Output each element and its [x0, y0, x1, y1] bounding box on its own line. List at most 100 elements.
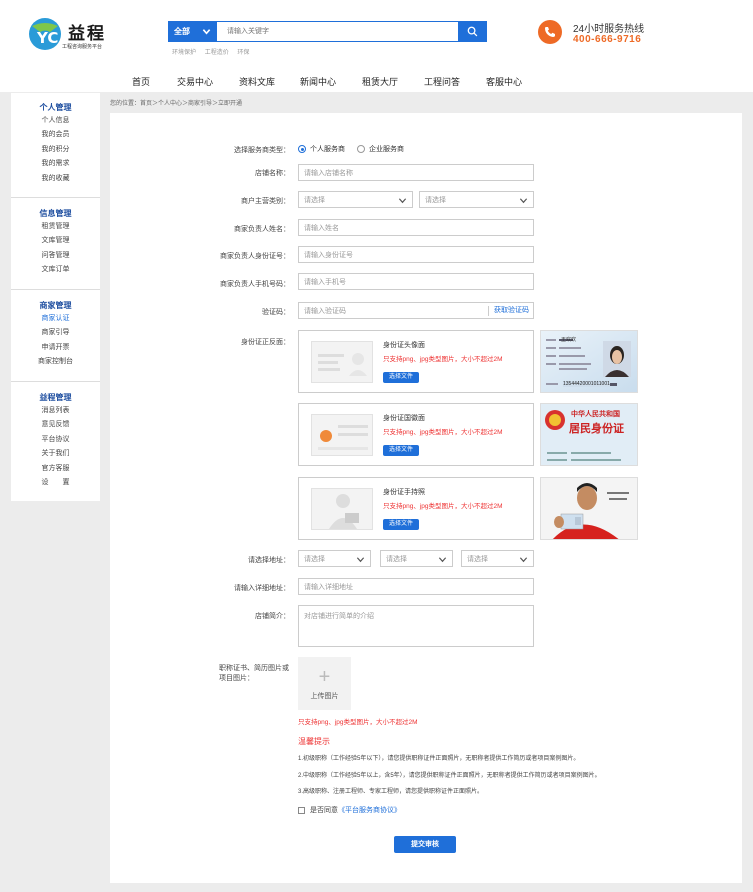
search-input[interactable] [227, 24, 447, 39]
upload-back-title: 身份证国徽面 [383, 415, 425, 422]
sidebar-item[interactable]: 租赁管理 [11, 220, 100, 234]
sidebar-group-title: 商家管理 [39, 301, 72, 310]
sample-front-number: 13544420001011001 [563, 381, 610, 387]
chevron-down-icon [202, 29, 211, 35]
nav-item-home[interactable]: 首页 [132, 75, 150, 88]
upload-front-hint: 只支持png、jpg类型图片，大小不超过2M [383, 356, 503, 363]
sidebar-item[interactable]: 官方客服 [11, 462, 100, 476]
sidebar-divider [11, 289, 100, 290]
intro-textarea[interactable]: 对店铺进行简单的介绍 [298, 605, 534, 647]
province-select[interactable]: 请选择 [298, 550, 371, 567]
radio-unchecked-icon [357, 145, 365, 153]
sidebar-item[interactable]: 商家引导 [11, 326, 100, 340]
code-input[interactable]: 请输入验证码 获取验证码 [298, 302, 534, 319]
phone-label: 商家负责人手机号码： [220, 281, 290, 288]
hot-word[interactable]: 环境保护 [172, 50, 196, 56]
address-label: 请选择地址： [248, 557, 290, 564]
radio-checked-icon [298, 145, 306, 153]
nav-item-trade[interactable]: 交易中心 [177, 75, 213, 88]
nav-item-library[interactable]: 资料文库 [239, 75, 275, 88]
breadcrumb: 您的位置：首页＞个人中心＞商家引导＞立即开通 [110, 101, 243, 107]
sidebar-item[interactable]: 我的收藏 [11, 172, 100, 186]
sidebar-group-personal: 个人管理 个人信息 我的会员 我的积分 我的需求 我的收藏 [11, 101, 100, 186]
sidebar-group-title: 益程管理 [39, 393, 72, 402]
sidebar-item[interactable]: 文库管理 [11, 234, 100, 248]
hot-word[interactable]: 工程造价 [205, 50, 229, 56]
nav-item-qa[interactable]: 工程问答 [424, 75, 460, 88]
upload-idcard-handheld: 身份证手持照 只支持png、jpg类型图片，大小不超过2M 选择文件 [298, 477, 534, 540]
detail-address-placeholder: 请输入详细地址 [304, 583, 353, 591]
logo-mark-icon: YC [29, 18, 61, 50]
id-number-placeholder: 请输入身份证号 [304, 251, 353, 259]
hot-word[interactable]: 环保 [237, 50, 249, 56]
category-select-2[interactable]: 请选择 [419, 191, 534, 208]
code-label: 验证码： [262, 309, 290, 316]
sample-back-line2: 居民身份证 [569, 422, 624, 435]
upload-back-button[interactable]: 选择文件 [383, 445, 419, 456]
sidebar-item[interactable]: 关于我们 [11, 447, 100, 461]
shop-name-label: 店铺名称： [255, 170, 290, 177]
agreement-link[interactable]: 《平台服务商协议》 [338, 805, 401, 815]
tip-line-3: 3.高级职称、注册工程师、专家工程师，请您提供职称证件正面照片。 [298, 789, 484, 795]
phone-icon [538, 20, 562, 44]
agree-checkbox[interactable]: 是否同意 《平台服务商协议》 [298, 805, 401, 815]
shop-name-placeholder: 请输入店铺名称 [304, 169, 353, 177]
sidebar-item[interactable]: 设 置 [11, 476, 100, 490]
upload-handheld-button[interactable]: 选择文件 [383, 519, 419, 530]
id-number-label: 商家负责人身份证号： [220, 253, 290, 260]
owner-name-input[interactable]: 请输入姓名 [298, 219, 534, 236]
upload-idcard-front: 身份证头像面 只支持png、jpg类型图片，大小不超过2M 选择文件 [298, 330, 534, 393]
sidebar-item[interactable]: 商家控制台 [11, 355, 100, 369]
category-label: 商户主营类别： [241, 198, 290, 205]
sidebar-item[interactable]: 意见反馈 [11, 418, 100, 432]
cert-label-line2: 项目图片： [219, 675, 254, 682]
city-select[interactable]: 请选择 [380, 550, 453, 567]
type-label: 选择服务商类型： [234, 147, 290, 154]
district-select[interactable]: 请选择 [461, 550, 534, 567]
submit-button[interactable]: 提交审核 [394, 836, 456, 853]
code-placeholder: 请输入验证码 [304, 307, 346, 315]
intro-label: 店铺简介： [255, 613, 290, 620]
sidebar-item-active[interactable]: 商家认证 [11, 312, 100, 326]
upload-picture-button[interactable]: + 上传图片 [298, 657, 351, 710]
sidebar-item[interactable]: 我的积分 [11, 143, 100, 157]
search-button[interactable] [458, 22, 486, 41]
sidebar-group-info: 信息管理 租赁管理 文库管理 问答管理 文库订单 [11, 207, 100, 278]
agree-text: 是否同意 [310, 807, 338, 814]
sidebar-item[interactable]: 消息列表 [11, 404, 100, 418]
phone-input[interactable]: 请输入手机号 [298, 273, 534, 290]
sample-idcard-front: 王欢欢 13544420001011001 [540, 330, 638, 393]
category-select-1[interactable]: 请选择 [298, 191, 413, 208]
city-select-value: 请选择 [386, 555, 407, 563]
radio-enterprise[interactable]: 企业服务商 [357, 144, 404, 154]
nav-item-news[interactable]: 新闻中心 [300, 75, 336, 88]
nav-item-rental[interactable]: 租赁大厅 [362, 75, 398, 88]
sidebar-item[interactable]: 个人信息 [11, 114, 100, 128]
sidebar-item[interactable]: 问答管理 [11, 249, 100, 263]
shop-name-input[interactable]: 请输入店铺名称 [298, 164, 534, 181]
radio-personal[interactable]: 个人服务商 [298, 144, 345, 154]
cert-label-line1: 职称证书、简历图片或 [219, 665, 289, 672]
nav-item-service[interactable]: 客服中心 [486, 75, 522, 88]
upload-front-button[interactable]: 选择文件 [383, 372, 419, 383]
sidebar-item[interactable]: 文库订单 [11, 263, 100, 277]
picture-hint: 只支持png、jpg类型图片，大小不超过2M [298, 719, 418, 726]
site-header: YC 益程 工程咨询服务平台 全部 环境保护 工程造价 环保 24小时服务热线 … [0, 0, 753, 92]
sidebar-item[interactable]: 我的会员 [11, 128, 100, 142]
sidebar-item[interactable]: 申请开票 [11, 341, 100, 355]
province-select-value: 请选择 [304, 555, 325, 563]
get-code-button[interactable]: 获取验证码 [488, 306, 529, 316]
sample-back-line1: 中华人民共和国 [571, 409, 620, 418]
sidebar-item[interactable]: 平台协议 [11, 433, 100, 447]
sidebar-item[interactable]: 我的需求 [11, 157, 100, 171]
chevron-down-icon [398, 198, 407, 204]
site-logo[interactable]: YC 益程 工程咨询服务平台 [28, 16, 118, 56]
chevron-down-icon [519, 557, 528, 563]
upload-front-title: 身份证头像面 [383, 342, 425, 349]
sidebar-divider [11, 197, 100, 198]
search-category-select[interactable]: 全部 [169, 22, 217, 41]
id-number-input[interactable]: 请输入身份证号 [298, 246, 534, 263]
sidebar-group-title: 个人管理 [39, 103, 72, 112]
hotline-number: 400-666-9716 [573, 34, 642, 45]
detail-address-input[interactable]: 请输入详细地址 [298, 578, 534, 595]
